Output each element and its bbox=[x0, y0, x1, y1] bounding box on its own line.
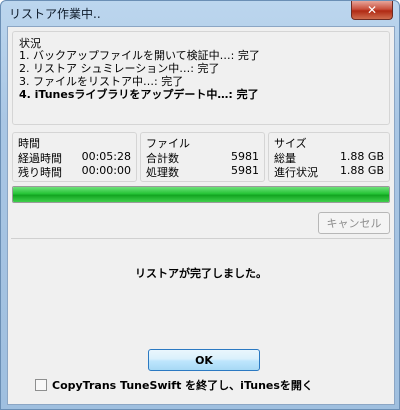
elapsed-value: 00:05:28 bbox=[81, 150, 131, 163]
status-line: 1. バックアップファイルを開いて検証中…: 完了 bbox=[19, 49, 260, 62]
status-line-current: 4. iTunesライブラリをアップデート中…: 完了 bbox=[19, 88, 259, 101]
status-line: 3. ファイルをリストア中…: 完了 bbox=[19, 75, 184, 88]
close-button[interactable]: ✕ bbox=[351, 1, 393, 20]
stats-panel: 時間 経過時間 00:05:28 残り時間 00:00:00 ファイル 合計数 … bbox=[12, 132, 390, 182]
dialog-client-area: 状況 1. バックアップファイルを開いて検証中…: 完了 2. リストア シュミ… bbox=[7, 26, 395, 405]
size-title: サイズ bbox=[274, 137, 307, 150]
time-group: 時間 経過時間 00:05:28 残り時間 00:00:00 bbox=[12, 132, 137, 182]
remaining-label: 残り時間 bbox=[18, 166, 62, 179]
progress-bar bbox=[12, 186, 390, 203]
files-processed-value: 5981 bbox=[231, 164, 259, 177]
title-bar[interactable]: リストア作業中.. ✕ bbox=[1, 1, 399, 25]
time-title: 時間 bbox=[18, 137, 40, 150]
restore-dialog-window: リストア作業中.. ✕ 状況 1. バックアップファイルを開いて検証中…: 完了… bbox=[0, 0, 400, 410]
close-icon: ✕ bbox=[366, 3, 378, 17]
window-title: リストア作業中.. bbox=[9, 7, 101, 21]
ok-button[interactable]: OK bbox=[148, 349, 260, 371]
size-progress-label: 進行状況 bbox=[274, 166, 318, 179]
size-total-value: 1.88 GB bbox=[339, 150, 384, 163]
progress-bar-fill bbox=[13, 187, 389, 202]
files-title: ファイル bbox=[146, 137, 190, 150]
open-itunes-checkbox-label[interactable]: CopyTrans TuneSwift を終了し、iTunesを開く bbox=[52, 377, 313, 393]
cancel-button[interactable]: キャンセル bbox=[318, 212, 390, 234]
message-area: リストアが完了しました。 OK CopyTrans TuneSwift を終了し… bbox=[11, 239, 391, 401]
status-panel: 状況 1. バックアップファイルを開いて検証中…: 完了 2. リストア シュミ… bbox=[12, 31, 390, 125]
completion-message: リストアが完了しました。 bbox=[135, 267, 267, 280]
files-processed-label: 処理数 bbox=[146, 166, 179, 179]
size-progress-value: 1.88 GB bbox=[339, 164, 384, 177]
open-itunes-option[interactable]: CopyTrans TuneSwift を終了し、iTunesを開く bbox=[35, 377, 313, 393]
files-group: ファイル 合計数 5981 処理数 5981 bbox=[140, 132, 265, 182]
size-group: サイズ 総量 1.88 GB 進行状況 1.88 GB bbox=[268, 132, 390, 182]
remaining-value: 00:00:00 bbox=[81, 164, 131, 177]
open-itunes-checkbox[interactable] bbox=[35, 379, 47, 391]
status-line: 2. リストア シュミレーション中…: 完了 bbox=[19, 62, 220, 75]
status-list: 1. バックアップファイルを開いて検証中…: 完了 2. リストア シュミレーシ… bbox=[19, 49, 260, 101]
files-total-value: 5981 bbox=[231, 150, 259, 163]
